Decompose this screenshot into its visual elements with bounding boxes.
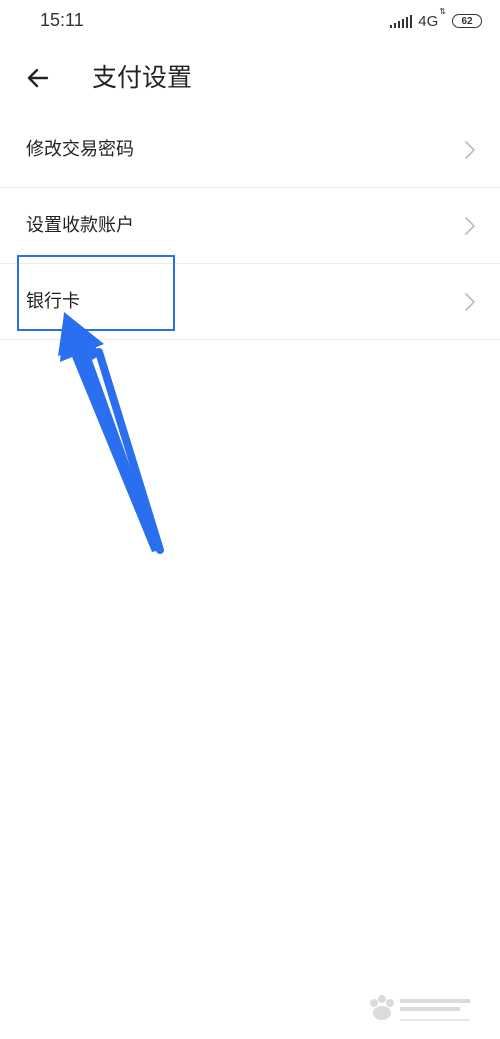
page-title: 支付设置: [92, 63, 193, 92]
network-type: 4G⇅: [418, 6, 446, 30]
list-item-label: 修改交易密码: [26, 139, 134, 160]
status-indicators: 4G⇅ 62: [390, 6, 482, 30]
list-item-set-receiving-account[interactable]: 设置收款账户: [0, 188, 500, 264]
status-bar: 15:11 4G⇅ 62: [0, 0, 500, 44]
battery-icon: 62: [452, 14, 482, 28]
status-time: 15:11: [40, 10, 84, 30]
chevron-right-icon: [465, 217, 475, 235]
chevron-right-icon: [465, 141, 475, 159]
baidu-jingyan-watermark-icon: [370, 995, 470, 1021]
signal-icon: [390, 14, 413, 28]
back-arrow-icon: [27, 68, 49, 88]
list-item-label: 设置收款账户: [26, 215, 134, 236]
settings-list: 修改交易密码 设置收款账户 银行卡: [0, 112, 500, 340]
data-arrows-icon: ⇅: [439, 6, 446, 16]
list-item-bank-card[interactable]: 银行卡: [0, 264, 500, 340]
header: 支付设置: [0, 50, 500, 106]
list-item-label: 银行卡: [26, 291, 80, 312]
battery-level: 62: [461, 15, 473, 27]
chevron-right-icon: [465, 293, 475, 311]
back-button[interactable]: [20, 60, 56, 96]
list-item-change-transaction-password[interactable]: 修改交易密码: [0, 112, 500, 188]
